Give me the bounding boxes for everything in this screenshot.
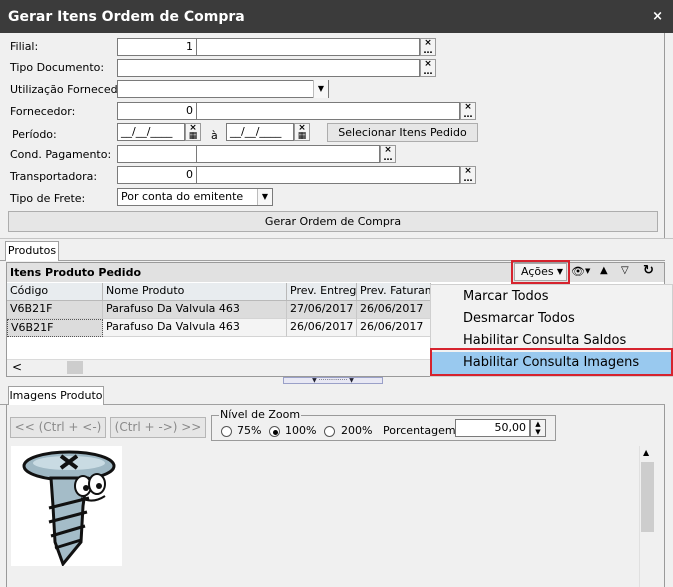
zoom-100-radio[interactable] <box>269 426 280 437</box>
tipo-frete-label: Tipo de Frete: <box>10 192 86 205</box>
periodo-separator: à <box>211 129 218 142</box>
ellipsis-icon: … <box>463 110 473 120</box>
filial-name-input[interactable] <box>196 38 420 56</box>
close-icon[interactable]: × <box>652 9 663 24</box>
cell-nome-produto: Parafuso Da Valvula 463 <box>103 319 287 337</box>
chevron-down-icon[interactable]: ▼ <box>257 189 272 205</box>
chevron-down-icon: ▼ <box>556 267 563 276</box>
periodo-start-calendar-button[interactable]: × ▦ <box>185 123 201 141</box>
filial-code-input[interactable]: 1 <box>117 38 197 56</box>
scrollbar-thumb[interactable] <box>67 361 83 374</box>
ellipsis-icon: … <box>423 67 433 77</box>
window-title: Gerar Itens Ordem de Compra <box>8 9 245 25</box>
cell-prev-entrega: 26/06/2017 <box>287 319 357 337</box>
porcentagem-input[interactable]: 50,00 <box>455 419 530 437</box>
fornecedor-code-input[interactable]: 0 <box>117 102 197 120</box>
tipo-frete-value: Por conta do emitente <box>121 190 244 203</box>
cell-prev-faturamento: 26/06/2017 <box>357 301 431 319</box>
refresh-icon[interactable]: ↻ <box>643 263 654 278</box>
table-row[interactable]: V6B21F Parafuso Da Valvula 463 26/06/201… <box>7 319 431 337</box>
periodo-end-calendar-button[interactable]: × ▦ <box>294 123 310 141</box>
ellipsis-icon: … <box>383 153 393 163</box>
tab-imagens-produto[interactable]: Imagens Produto <box>8 386 104 405</box>
transportadora-label: Transportadora: <box>10 170 98 183</box>
produtos-tabstrip <box>0 238 673 262</box>
zoom-200-radio[interactable] <box>324 426 335 437</box>
column-header-nome-produto[interactable]: Nome Produto <box>103 283 287 301</box>
selecionar-itens-button[interactable]: Selecionar Itens Pedido <box>327 123 478 142</box>
tipo-documento-lookup-button[interactable]: ×… <box>420 59 436 77</box>
filter-icon[interactable]: ▽ <box>621 265 629 276</box>
periodo-start-input[interactable]: __/__/____ <box>117 123 185 141</box>
binoculars-icon[interactable]: 👁 <box>571 265 585 278</box>
cond-pagamento-code-input[interactable] <box>117 145 197 163</box>
utilizacao-label: Utilização Fornecedor: <box>10 83 133 96</box>
utilizacao-select[interactable]: ▼ <box>117 80 329 98</box>
fornecedor-lookup-button[interactable]: ×… <box>460 102 476 120</box>
zoom-group-label: Nível de Zoom <box>219 408 302 421</box>
transportadora-name-input[interactable] <box>196 166 460 184</box>
scroll-up-icon[interactable]: ▲ <box>643 448 649 457</box>
triangle-up-icon[interactable]: ▲ <box>600 265 608 276</box>
filial-label: Filial: <box>10 40 39 53</box>
column-header-prev-entrega[interactable]: Prev. Entrega <box>287 283 357 301</box>
splitter-handle[interactable]: ▼ ··············· ▼ <box>283 377 383 384</box>
periodo-end-input[interactable]: __/__/____ <box>226 123 294 141</box>
porcentagem-label: Porcentagem: <box>383 424 460 437</box>
tipo-documento-label: Tipo Documento: <box>10 61 105 74</box>
chevron-down-icon[interactable]: ▼ <box>313 80 328 98</box>
consulta-imagens-highlight <box>430 348 673 376</box>
cell-codigo: V6B21F <box>7 319 103 337</box>
table-row[interactable]: V6B21F Parafuso Da Valvula 463 27/06/201… <box>7 301 431 319</box>
filial-lookup-button[interactable]: ×… <box>420 38 436 56</box>
column-header-prev-faturamento[interactable]: Prev. Faturame <box>357 283 431 301</box>
porcentagem-spinner[interactable]: ▲ ▼ <box>530 419 546 437</box>
cell-prev-faturamento: 26/06/2017 <box>357 319 431 337</box>
zoom-75-label: 75% <box>237 424 262 437</box>
cell-prev-entrega: 27/06/2017 <box>287 301 357 319</box>
gerar-ordem-button[interactable]: Gerar Ordem de Compra <box>8 211 658 232</box>
acoes-label: Ações <box>521 265 554 278</box>
product-image <box>11 446 122 567</box>
tipo-frete-select[interactable]: Por conta do emitente ▼ <box>117 188 273 206</box>
calendar-icon: ▦ <box>188 131 198 141</box>
menu-item-marcar-todos[interactable]: Marcar Todos <box>431 286 672 308</box>
previous-image-button[interactable]: << (Ctrl + <-) <box>10 417 106 438</box>
cell-nome-produto: Parafuso Da Valvula 463 <box>103 301 287 319</box>
acoes-button[interactable]: Ações ▼ <box>514 263 567 281</box>
zoom-75-radio[interactable] <box>221 426 232 437</box>
cond-pagamento-label: Cond. Pagamento: <box>10 148 112 161</box>
fornecedor-name-input[interactable] <box>196 102 460 120</box>
grid-title: Itens Produto Pedido <box>10 266 142 279</box>
cell-codigo: V6B21F <box>7 301 103 319</box>
scroll-left-icon[interactable]: < <box>12 360 22 374</box>
spin-up-icon[interactable]: ▲ <box>531 420 545 428</box>
spin-down-icon[interactable]: ▼ <box>531 428 545 436</box>
title-bar: Gerar Itens Ordem de Compra × <box>0 0 673 33</box>
calendar-icon: ▦ <box>297 131 307 141</box>
scrollbar-thumb[interactable] <box>641 462 654 532</box>
periodo-label: Período: <box>12 128 57 141</box>
zoom-100-label: 100% <box>285 424 317 437</box>
ellipsis-icon: … <box>423 46 433 56</box>
cond-pagamento-name-input[interactable] <box>196 145 380 163</box>
screw-icon <box>22 450 116 567</box>
next-image-button[interactable]: (Ctrl + ->) >> <box>110 417 206 438</box>
transportadora-code-input[interactable]: 0 <box>117 166 197 184</box>
transportadora-lookup-button[interactable]: ×… <box>460 166 476 184</box>
tab-produtos[interactable]: Produtos <box>5 241 59 261</box>
fornecedor-label: Fornecedor: <box>10 105 76 118</box>
zoom-200-label: 200% <box>341 424 373 437</box>
chevron-down-icon[interactable]: ▼ <box>585 267 590 275</box>
column-header-codigo[interactable]: Código <box>7 283 103 301</box>
ellipsis-icon: … <box>463 174 473 184</box>
cond-pagamento-lookup-button[interactable]: ×… <box>380 145 396 163</box>
menu-item-desmarcar-todos[interactable]: Desmarcar Todos <box>431 308 672 330</box>
tipo-documento-input[interactable] <box>117 59 420 77</box>
